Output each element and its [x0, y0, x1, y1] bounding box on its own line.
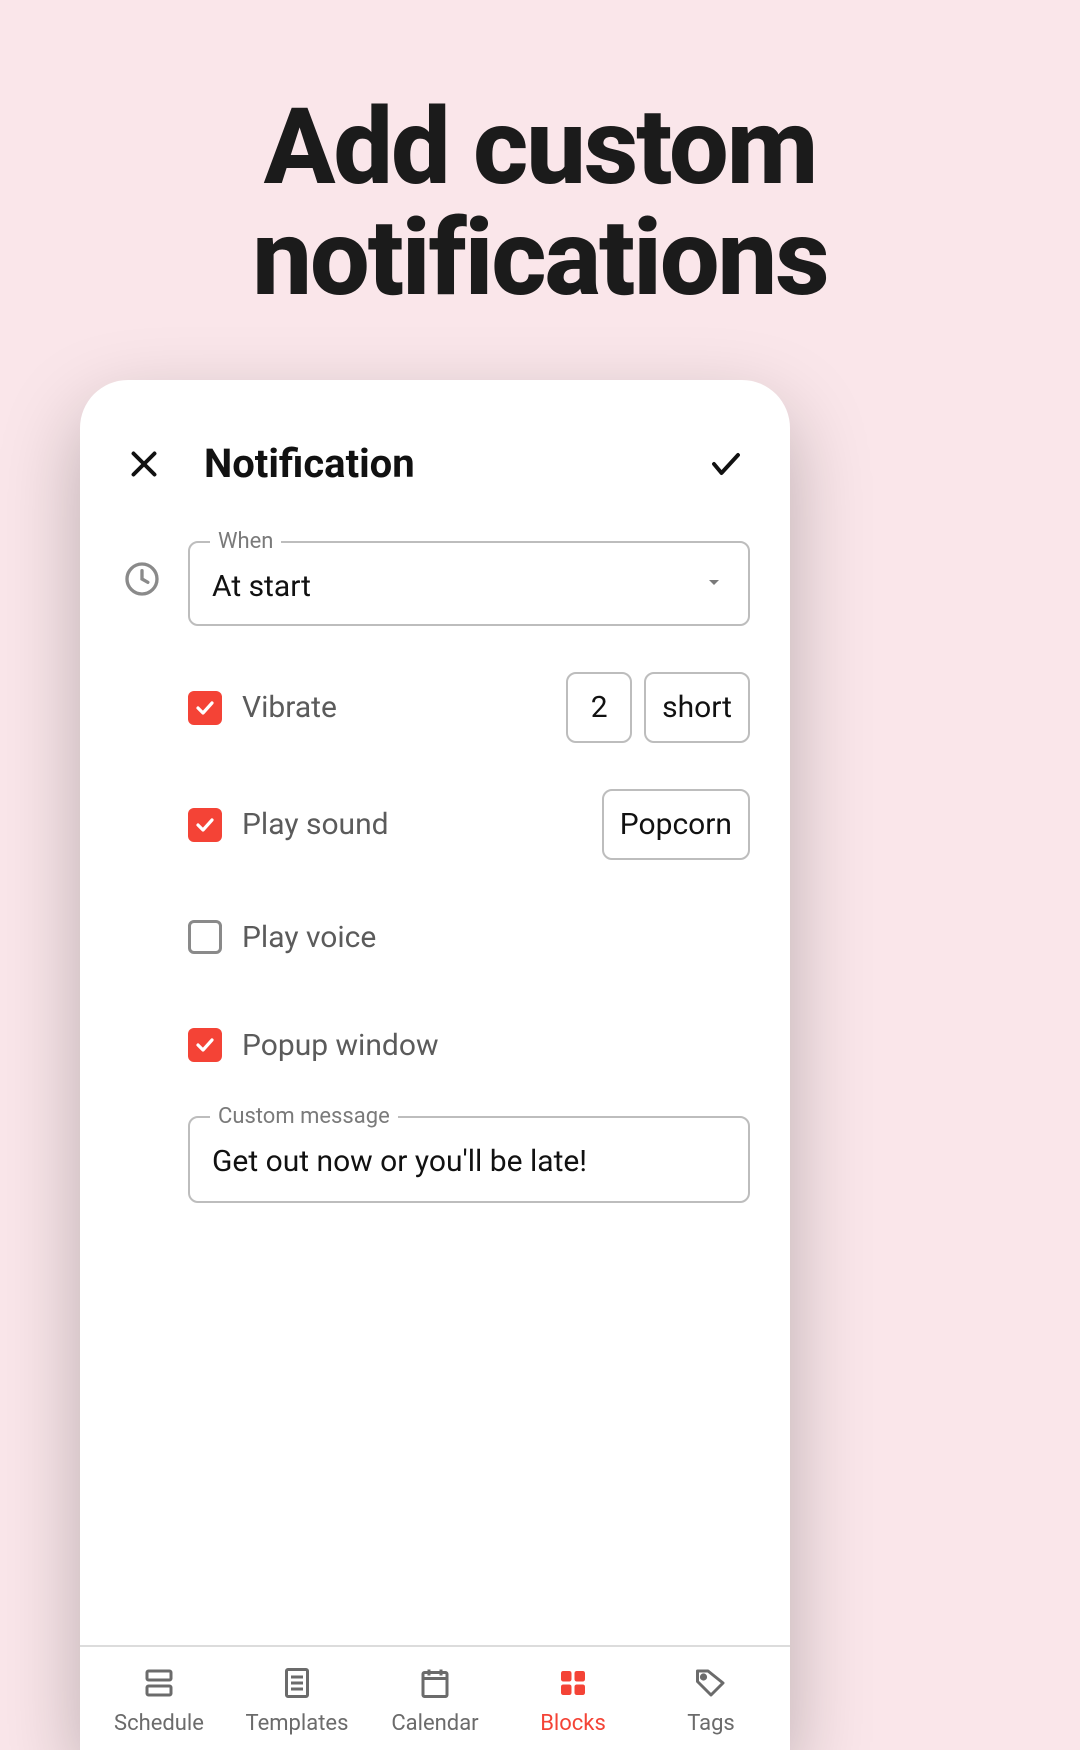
screen-header: Notification: [80, 380, 790, 515]
promo-title-line1: Add custom: [0, 92, 1080, 203]
when-value: At start: [212, 569, 726, 604]
sound-select[interactable]: Popcorn: [602, 789, 750, 860]
vibrate-label: Vibrate: [242, 690, 554, 725]
custom-message-value: Get out now or you'll be late!: [212, 1144, 726, 1179]
nav-schedule-label: Schedule: [114, 1711, 204, 1736]
chevron-down-icon: [702, 570, 726, 598]
nav-calendar[interactable]: Calendar: [369, 1665, 501, 1736]
form-content: When At start Vibrate 2 short: [80, 515, 790, 1203]
screen-title: Notification: [204, 440, 706, 487]
nav-blocks[interactable]: Blocks: [507, 1665, 639, 1736]
nav-tags[interactable]: Tags: [645, 1665, 777, 1736]
vibrate-count-input[interactable]: 2: [566, 672, 632, 743]
calendar-icon: [417, 1665, 453, 1705]
nav-tags-label: Tags: [687, 1711, 735, 1736]
nav-calendar-label: Calendar: [391, 1711, 478, 1736]
blocks-icon: [555, 1665, 591, 1705]
play-voice-checkbox[interactable]: [188, 920, 222, 954]
close-icon[interactable]: [124, 444, 164, 484]
when-select[interactable]: When At start: [188, 541, 750, 626]
schedule-icon: [141, 1665, 177, 1705]
tag-icon: [693, 1665, 729, 1705]
play-voice-row: Play voice: [188, 906, 750, 968]
confirm-icon[interactable]: [706, 444, 746, 484]
templates-icon: [279, 1665, 315, 1705]
promo-title-line2: notifications: [0, 203, 1080, 314]
play-sound-row: Play sound Popcorn: [188, 789, 750, 860]
nav-templates-label: Templates: [246, 1711, 349, 1736]
vibrate-duration-select[interactable]: short: [644, 672, 750, 743]
nav-templates[interactable]: Templates: [231, 1665, 363, 1736]
clock-icon: [120, 557, 164, 601]
vibrate-row: Vibrate 2 short: [188, 672, 750, 743]
play-sound-checkbox[interactable]: [188, 808, 222, 842]
popup-checkbox[interactable]: [188, 1028, 222, 1062]
nav-blocks-label: Blocks: [540, 1711, 606, 1736]
play-voice-label: Play voice: [242, 920, 750, 955]
vibrate-checkbox[interactable]: [188, 691, 222, 725]
when-label: When: [210, 529, 281, 554]
nav-schedule[interactable]: Schedule: [93, 1665, 225, 1736]
custom-message-label: Custom message: [210, 1104, 398, 1129]
popup-label: Popup window: [242, 1028, 750, 1063]
bottom-nav: Schedule Templates Calendar Blocks Tags: [80, 1645, 790, 1750]
play-sound-label: Play sound: [242, 807, 590, 842]
custom-message-input[interactable]: Custom message Get out now or you'll be …: [188, 1116, 750, 1203]
promo-title: Add custom notifications: [0, 0, 1080, 315]
phone-frame: Notification When At start: [80, 380, 790, 1750]
popup-row: Popup window: [188, 1014, 750, 1076]
